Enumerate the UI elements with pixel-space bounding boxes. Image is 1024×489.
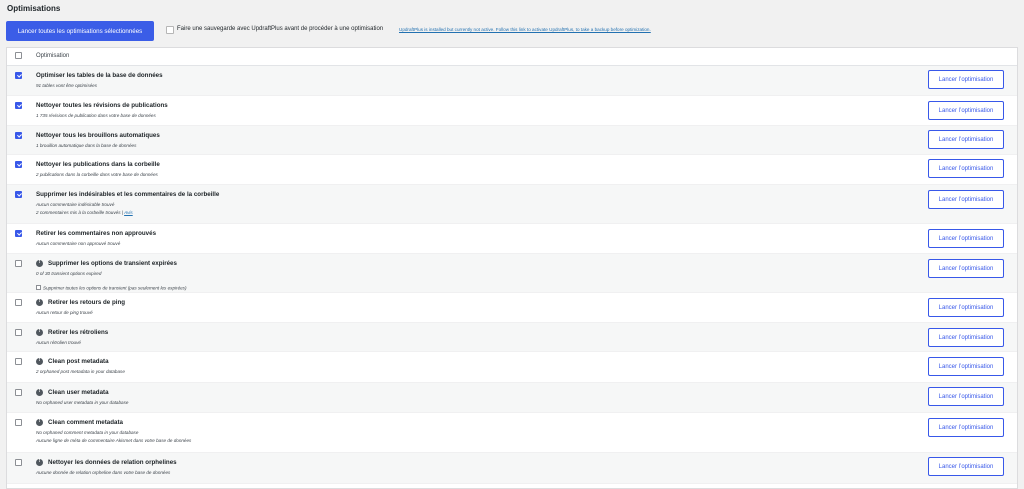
row-title: Nettoyer les données de relation orpheli…: [48, 459, 177, 466]
run-optimization-button[interactable]: Lancer l’optimisation: [928, 190, 1004, 209]
row-detail: 1 brouillon automatique dans la base de …: [36, 143, 137, 148]
row-checkbox[interactable]: [15, 299, 22, 306]
row-checkbox[interactable]: [15, 419, 22, 426]
review-link[interactable]: Avis: [124, 210, 133, 215]
run-optimization-button[interactable]: Lancer l’optimisation: [928, 159, 1004, 178]
row-checkbox[interactable]: [15, 132, 22, 139]
table-row: ! Clean post metadata 2 orphaned post meta…: [7, 352, 1017, 383]
table-row: Nettoyer tous les brouillons automatique…: [7, 126, 1017, 155]
row-detail: 2 publications dans la corbeille dans vo…: [36, 172, 158, 177]
table-row: Optimiser les tables de la base de donné…: [7, 66, 1017, 96]
run-optimization-button[interactable]: Lancer l’optimisation: [928, 101, 1004, 120]
top-bar: Lancer toutes les optimisations sélectio…: [6, 21, 1018, 41]
row-checkbox[interactable]: [15, 191, 22, 198]
table-row: ! Retirer les rétroliens Aucun rétrolien t…: [7, 323, 1017, 352]
row-detail: 0 of 30 transient options expired: [36, 271, 102, 276]
activate-updraftplus-link[interactable]: UpdraftPlus is installed but currently n…: [399, 27, 651, 32]
row-title: Optimiser les tables de la base de donné…: [36, 72, 163, 79]
page-title: Optimisations: [7, 4, 61, 13]
table-row: Retirer les commentaires non approuvés Au…: [7, 224, 1017, 254]
row-title: Nettoyer toutes les révisions de publica…: [36, 102, 168, 109]
row-checkbox[interactable]: [15, 230, 22, 237]
row-title: Nettoyer les publications dans la corbei…: [36, 161, 160, 168]
row-detail: 2 orphaned post metadata in your databas…: [36, 369, 125, 374]
row-checkbox[interactable]: [15, 329, 22, 336]
row-title: Clean comment metadata: [48, 419, 123, 426]
exclamation-circle-icon: !: [36, 418, 43, 426]
run-optimization-button[interactable]: Lancer l’optimisation: [928, 130, 1004, 149]
exclamation-circle-icon: !: [36, 458, 43, 466]
table-row: Nettoyer les publications dans la corbei…: [7, 155, 1017, 185]
row-checkbox[interactable]: [15, 459, 22, 466]
row-checkbox[interactable]: [15, 102, 22, 109]
run-all-optimizations-button[interactable]: Lancer toutes les optimisations sélectio…: [6, 21, 154, 41]
table-row: Supprimer les indésirables et les commen…: [7, 185, 1017, 224]
exclamation-circle-icon: !: [36, 298, 43, 306]
run-optimization-button[interactable]: Lancer l’optimisation: [928, 298, 1004, 317]
row-detail: 2 commentaires mis à la corbeille trouvé…: [36, 210, 133, 215]
row-detail: 1 735 révisions de publication dans votr…: [36, 113, 156, 118]
row-title: Nettoyer tous les brouillons automatique…: [36, 132, 160, 139]
run-optimization-button[interactable]: Lancer l’optimisation: [928, 357, 1004, 376]
row-title: Retirer les commentaires non approuvés: [36, 230, 157, 237]
row-checkbox[interactable]: [15, 358, 22, 365]
row-title: Supprimer les options de transient expir…: [48, 260, 177, 267]
table-body: Optimiser les tables de la base de donné…: [7, 66, 1017, 484]
row-detail: Aucun commentaire indésirable trouvé: [36, 202, 115, 207]
row-detail: 91 tables vont être optimisées: [36, 83, 98, 88]
table-row: ! Nettoyer les données de relation orphel…: [7, 453, 1017, 484]
row-checkbox[interactable]: [15, 72, 22, 79]
optimizations-table: Optimisation Optimiser les tables de la …: [6, 47, 1018, 489]
table-row: ! Clean user metadata No orphaned user met…: [7, 383, 1017, 413]
table-row: ! Clean comment metadata No orphaned comme…: [7, 413, 1017, 453]
row-detail: Aucun commentaire non approuvé trouvé: [36, 241, 121, 246]
row-title: Clean post metadata: [48, 358, 109, 365]
select-all-checkbox[interactable]: [15, 52, 22, 59]
backup-label: Faire une sauvegarde avec UpdraftPlus av…: [177, 26, 384, 32]
table-header: Optimisation: [7, 48, 1017, 66]
row-detail: Aucun rétrolien trouvé: [36, 340, 81, 345]
run-optimization-button[interactable]: Lancer l’optimisation: [928, 70, 1004, 89]
run-optimization-button[interactable]: Lancer l’optimisation: [928, 457, 1004, 476]
table-row: Nettoyer toutes les révisions de publica…: [7, 96, 1017, 126]
row-detail: Aucune donnée de relation orpheline dans…: [36, 470, 171, 475]
row-title: Clean user metadata: [48, 389, 109, 396]
column-header-optimisation: Optimisation: [36, 53, 70, 59]
row-title: Retirer les retours de ping: [48, 299, 126, 306]
run-optimization-button[interactable]: Lancer l’optimisation: [928, 328, 1004, 347]
run-optimization-button[interactable]: Lancer l’optimisation: [928, 229, 1004, 248]
exclamation-circle-icon: !: [36, 388, 43, 396]
exclamation-circle-icon: !: [36, 259, 43, 267]
all-transients-checkbox[interactable]: [36, 285, 41, 291]
row-title: Supprimer les indésirables et les commen…: [36, 191, 220, 198]
all-transients-label: Supprimer toutes les options de transien…: [43, 285, 187, 291]
row-checkbox[interactable]: [15, 389, 22, 396]
row-title: Retirer les rétroliens: [48, 329, 109, 336]
row-checkbox[interactable]: [15, 260, 22, 267]
table-row: ! Retirer les retours de ping Aucun retour…: [7, 293, 1017, 323]
row-checkbox[interactable]: [15, 161, 22, 168]
row-detail: No orphaned comment metadata in your dat…: [36, 430, 139, 435]
row-detail: Aucune ligne de méta de commentaire Akis…: [36, 438, 192, 443]
row-detail: No orphaned user metadata in your databa…: [36, 400, 129, 405]
exclamation-circle-icon: !: [36, 328, 43, 336]
backup-checkbox[interactable]: [166, 26, 174, 34]
row-detail: Aucun retour de ping trouvé: [36, 310, 93, 315]
table-row: ! Supprimer les options de transient expi…: [7, 254, 1017, 293]
run-optimization-button[interactable]: Lancer l’optimisation: [928, 418, 1004, 437]
exclamation-circle-icon: !: [36, 357, 43, 365]
run-optimization-button[interactable]: Lancer l’optimisation: [928, 259, 1004, 278]
run-optimization-button[interactable]: Lancer l’optimisation: [928, 387, 1004, 406]
